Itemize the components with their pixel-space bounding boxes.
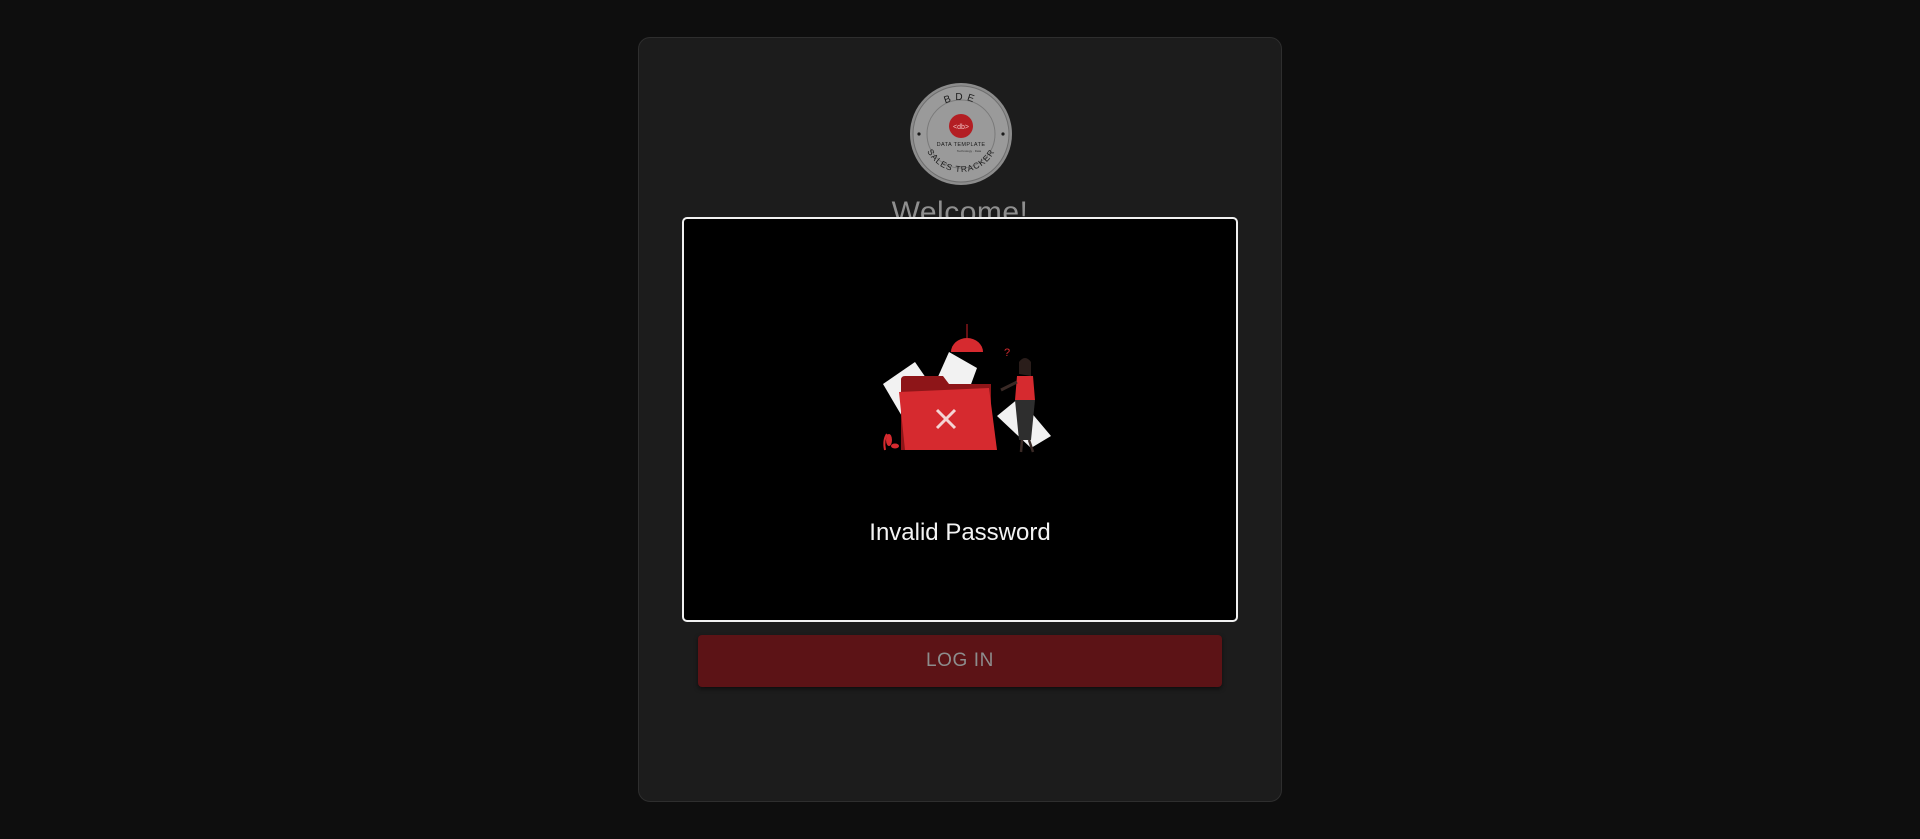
svg-text:<db>: <db> [953, 124, 969, 131]
error-folder-illustration: ? [883, 324, 1051, 453]
svg-text:DATA TEMPLATE: DATA TEMPLATE [937, 142, 986, 148]
svg-text:Technology · Data: Technology · Data [957, 149, 982, 153]
brand-logo: BDE SALES TRACKER <db> DATA TEMPLATE Tec… [910, 83, 1012, 185]
error-modal: ? Invalid Password [682, 217, 1238, 622]
login-button[interactable]: LOG IN [698, 635, 1222, 687]
error-message: Invalid Password [869, 519, 1051, 546]
svg-text:?: ? [1004, 347, 1010, 359]
